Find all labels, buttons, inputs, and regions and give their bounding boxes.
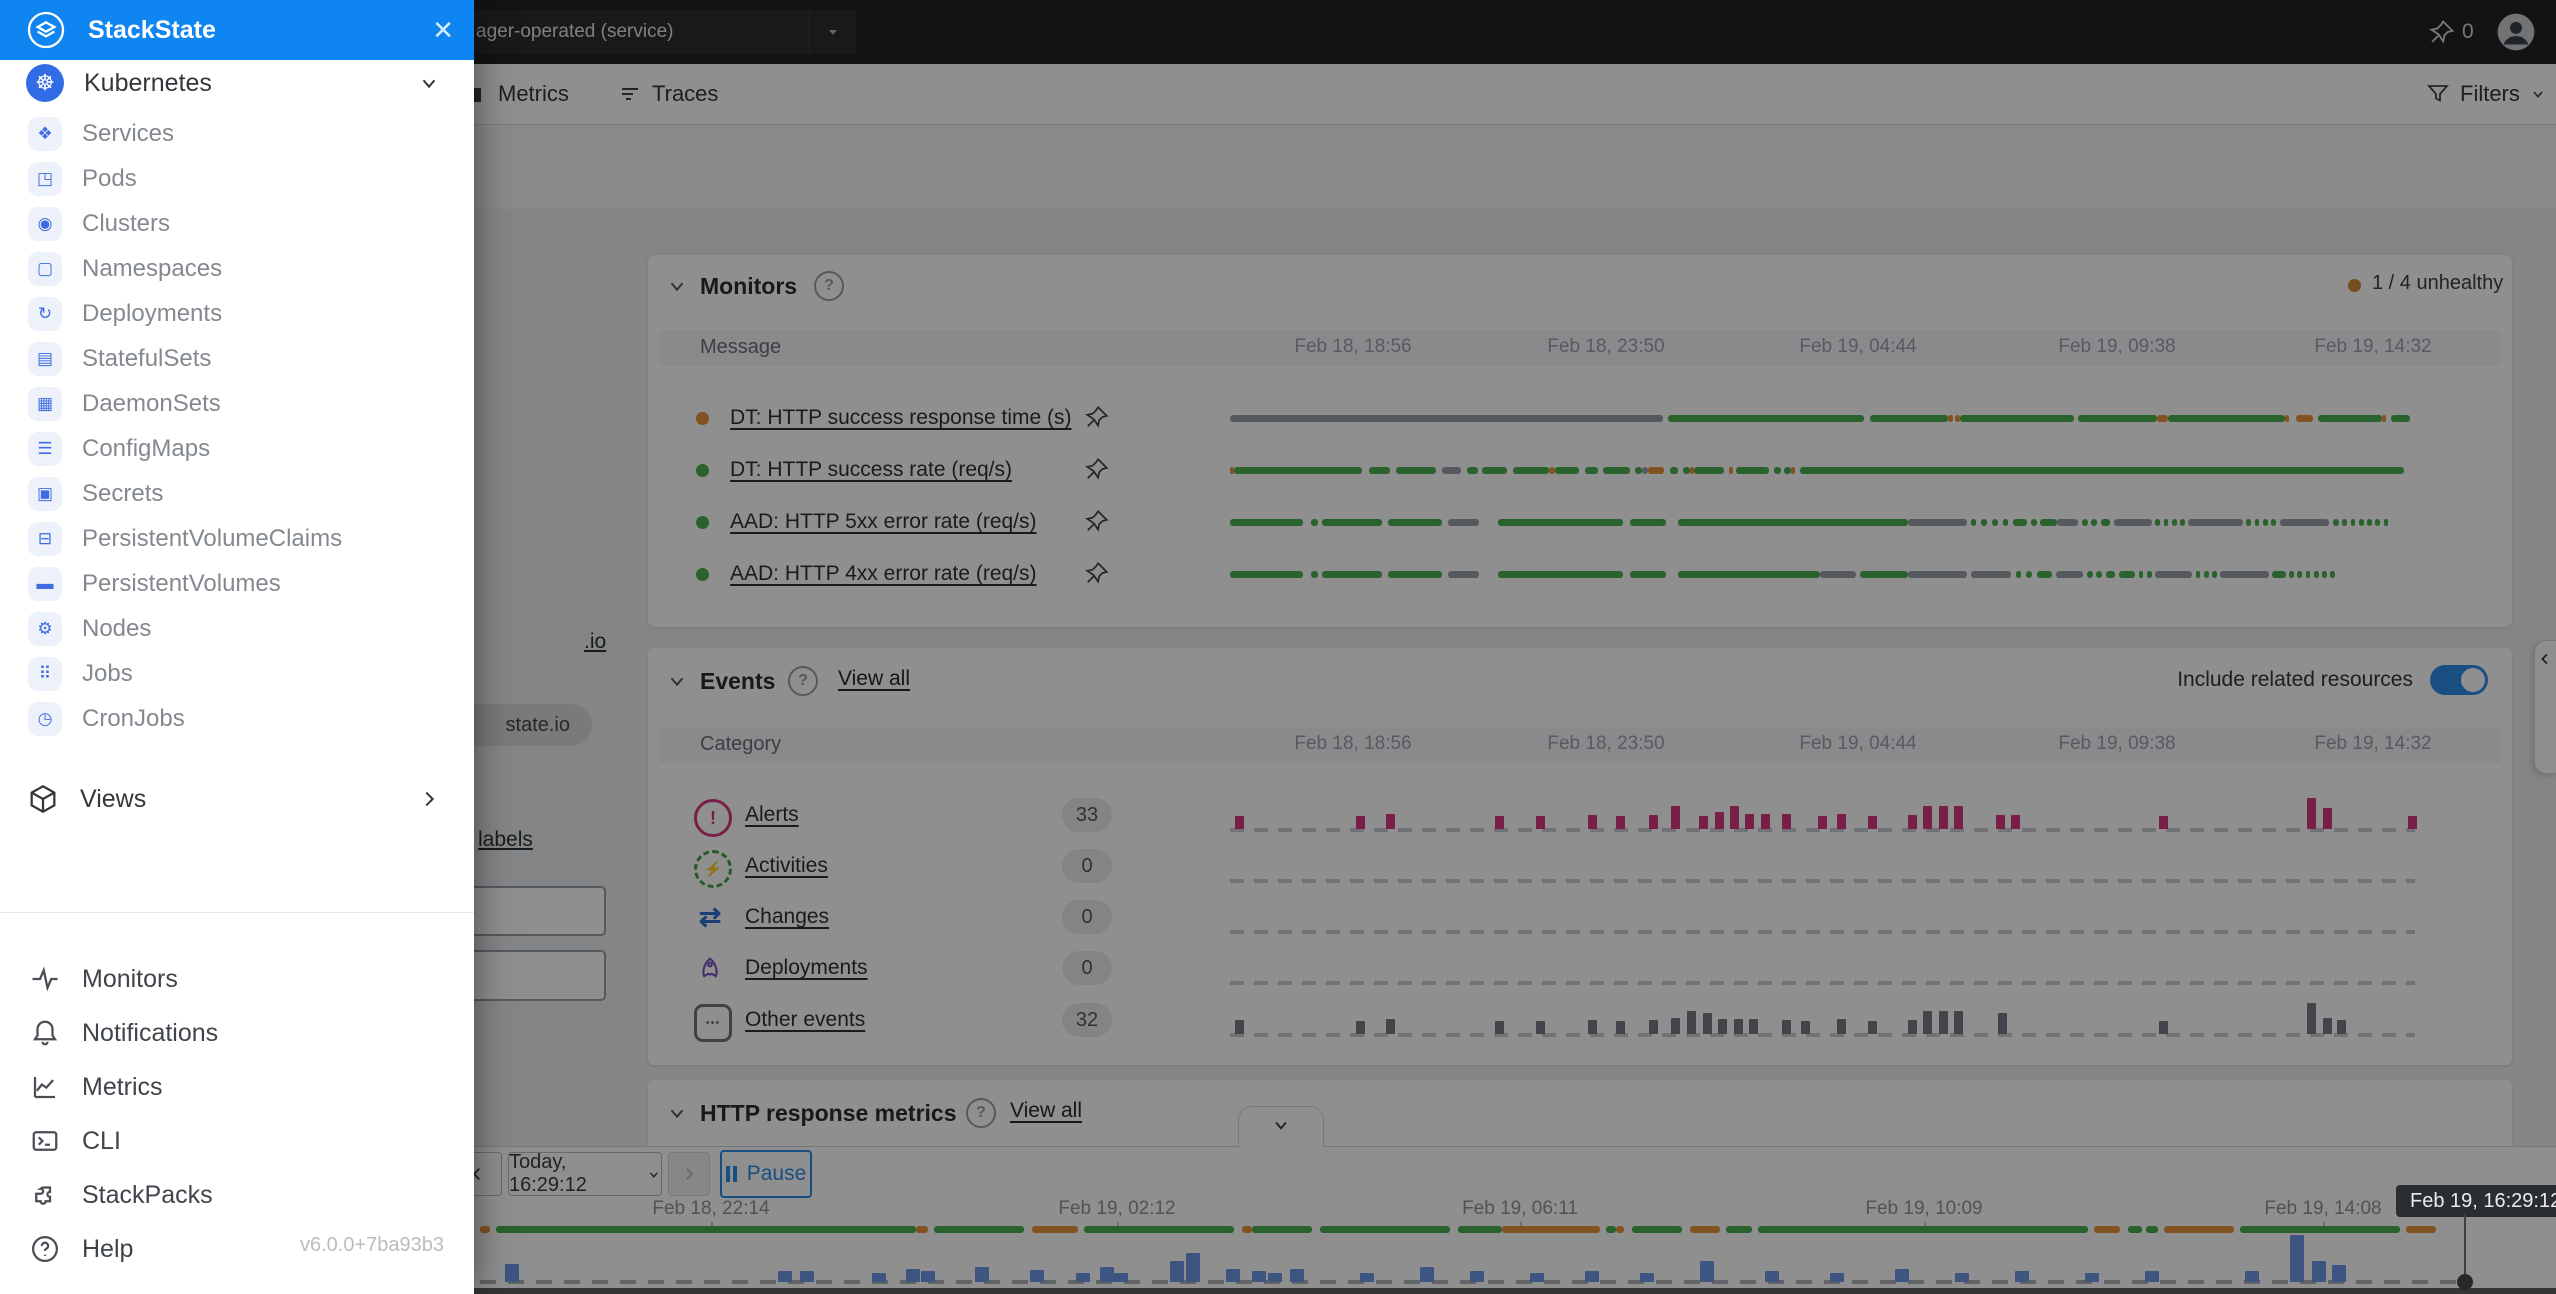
sidebar-item-label: ConfigMaps xyxy=(82,435,210,463)
navigation-drawer: StackState ✕ ☸ Kubernetes ❖ Services ◳ Pods… xyxy=(0,0,474,1294)
sidebar-item-label: DaemonSets xyxy=(82,390,221,418)
chart-icon xyxy=(30,1072,60,1102)
sidebar-item-persistentvolumeclaims[interactable]: ⊟ PersistentVolumeClaims xyxy=(0,516,474,561)
close-icon[interactable]: ✕ xyxy=(432,0,454,60)
secrets-icon: ▣ xyxy=(28,477,62,511)
sidebar-item-cronjobs[interactable]: ◷ CronJobs xyxy=(0,696,474,741)
sidebar-item-label: Metrics xyxy=(82,1073,163,1102)
namespaces-icon: ▢ xyxy=(28,252,62,286)
daemonsets-icon: ▦ xyxy=(28,387,62,421)
sidebar-group-label: Kubernetes xyxy=(84,69,212,98)
sidebar-item-stackpacks[interactable]: StackPacks xyxy=(0,1168,474,1222)
sidebar-item-label: Pods xyxy=(82,165,137,193)
sidebar-item-monitors[interactable]: Monitors xyxy=(0,952,474,1006)
sidebar-item-label: Help xyxy=(82,1235,133,1264)
drawer-divider xyxy=(0,912,474,913)
time-cursor-tooltip: Feb 19, 16:29:12 xyxy=(2396,1185,2556,1217)
sidebar-item-jobs[interactable]: ⠿ Jobs xyxy=(0,651,474,696)
sidebar-item-persistentvolumes[interactable]: ▬ PersistentVolumes xyxy=(0,561,474,606)
time-cursor-dot[interactable] xyxy=(2457,1274,2473,1290)
sidebar-item-daemonsets[interactable]: ▦ DaemonSets xyxy=(0,381,474,426)
sidebar-item-metrics[interactable]: Metrics xyxy=(0,1060,474,1114)
sidebar-item-label: Monitors xyxy=(82,965,178,994)
sidebar-item-label: CLI xyxy=(82,1127,121,1156)
sidebar-item-services[interactable]: ❖ Services xyxy=(0,111,474,156)
sidebar-group-label: Views xyxy=(80,785,146,814)
kubernetes-icon: ☸ xyxy=(26,64,64,102)
terminal-icon xyxy=(30,1126,60,1156)
sidebar-item-pods[interactable]: ◳ Pods xyxy=(0,156,474,201)
sidebar-item-namespaces[interactable]: ▢ Namespaces xyxy=(0,246,474,291)
chevron-down-icon xyxy=(418,72,440,94)
drawer-header: StackState ✕ xyxy=(0,0,474,60)
kubernetes-items-list: ❖ Services ◳ Pods ◉ Clusters ▢ Namespaces ↻ Deplo… xyxy=(0,111,474,741)
sidebar-item-label: StackPacks xyxy=(82,1181,213,1210)
cube-icon xyxy=(26,782,60,816)
sidebar-item-label: Notifications xyxy=(82,1019,218,1048)
bell-icon xyxy=(30,1018,60,1048)
sidebar-item-label: PersistentVolumeClaims xyxy=(82,525,342,553)
persistentvolumeclaims-icon: ⊟ xyxy=(28,522,62,556)
persistentvolumes-icon: ▬ xyxy=(28,567,62,601)
puzzle-icon xyxy=(30,1180,60,1210)
time-cursor-line xyxy=(2464,1214,2466,1278)
chevron-right-icon xyxy=(418,788,440,810)
sidebar-item-label: Secrets xyxy=(82,480,163,508)
brand-title: StackState xyxy=(88,16,216,45)
help-icon xyxy=(30,1234,60,1264)
sidebar-item-label: Namespaces xyxy=(82,255,222,283)
sidebar-item-clusters[interactable]: ◉ Clusters xyxy=(0,201,474,246)
sidebar-item-statefulsets[interactable]: ▤ StatefulSets xyxy=(0,336,474,381)
sidebar-item-label: PersistentVolumes xyxy=(82,570,281,598)
deployments-icon: ↻ xyxy=(28,297,62,331)
configmaps-icon: ☰ xyxy=(28,432,62,466)
sidebar-item-cli[interactable]: CLI xyxy=(0,1114,474,1168)
statefulsets-icon: ▤ xyxy=(28,342,62,376)
sidebar-item-label: StatefulSets xyxy=(82,345,211,373)
sidebar-group-kubernetes[interactable]: ☸ Kubernetes xyxy=(0,55,474,111)
nodes-icon: ⚙ xyxy=(28,612,62,646)
sidebar-item-label: CronJobs xyxy=(82,705,185,733)
sidebar-item-notifications[interactable]: Notifications xyxy=(0,1006,474,1060)
version-label: v6.0.0+7ba93b3 xyxy=(300,1234,444,1257)
sidebar-item-label: Jobs xyxy=(82,660,133,688)
sidebar-item-configmaps[interactable]: ☰ ConfigMaps xyxy=(0,426,474,471)
sidebar-item-label: Deployments xyxy=(82,300,222,328)
sidebar-item-label: Nodes xyxy=(82,615,151,643)
cronjobs-icon: ◷ xyxy=(28,702,62,736)
services-icon: ❖ xyxy=(28,117,62,151)
pods-icon: ◳ xyxy=(28,162,62,196)
sidebar-item-nodes[interactable]: ⚙ Nodes xyxy=(0,606,474,651)
jobs-icon: ⠿ xyxy=(28,657,62,691)
stackstate-logo-icon xyxy=(26,10,66,50)
pulse-icon xyxy=(30,964,60,994)
sidebar-group-views[interactable]: Views xyxy=(0,771,474,827)
clusters-icon: ◉ xyxy=(28,207,62,241)
drawer-bottom-list: Monitors Notifications Metrics CLI StackPack… xyxy=(0,952,474,1276)
sidebar-item-label: Clusters xyxy=(82,210,170,238)
sidebar-item-label: Services xyxy=(82,120,174,148)
sidebar-item-deployments[interactable]: ↻ Deployments xyxy=(0,291,474,336)
sidebar-item-secrets[interactable]: ▣ Secrets xyxy=(0,471,474,516)
